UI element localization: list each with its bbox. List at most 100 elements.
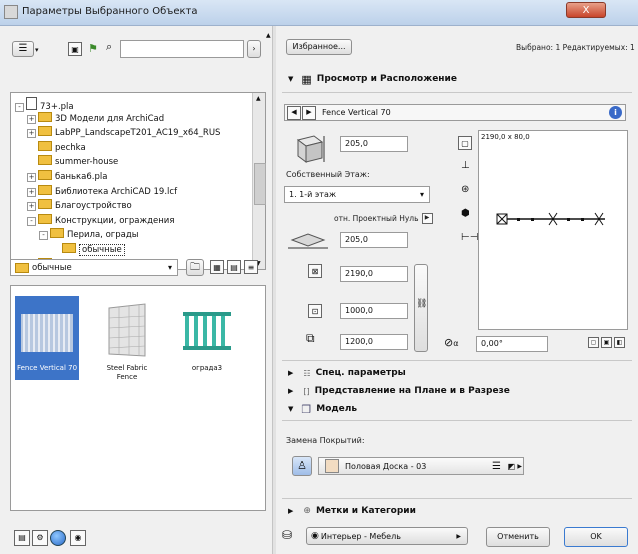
dropdown-arrow-icon[interactable]: ▾	[35, 46, 39, 54]
large-icons-view-icon[interactable]: ▦	[210, 260, 224, 274]
angle-input[interactable]: 0,00°	[476, 336, 548, 352]
left-pane: ☰ ▾ ▣ ⚑ ⌕ › - 73+.pla +3D Модели для Archi…	[0, 26, 272, 554]
collapse-icon[interactable]: -	[27, 216, 36, 226]
folder-icon	[38, 170, 52, 180]
prev-object-icon[interactable]: ◀	[287, 105, 301, 120]
mirror-left-icon[interactable]: ▣	[601, 337, 612, 348]
section-view-header[interactable]: ▼ ▦ Просмотр и Расположение	[288, 72, 628, 86]
search-icon[interactable]: ⌕	[106, 40, 112, 54]
small-icons-view-icon[interactable]: ▤	[227, 260, 241, 274]
section-tags-header[interactable]: ▶ ⊕ Метки и Категории	[288, 504, 628, 518]
object-label: ограда3	[191, 364, 223, 372]
library-manager-icon[interactable]: ▤	[14, 530, 30, 546]
elevation-input[interactable]: 205,0	[340, 232, 408, 248]
chain-lock-button[interactable]: ⛓	[414, 264, 428, 352]
expand-icon[interactable]: +	[27, 114, 36, 124]
width-icon: ⊡	[308, 304, 322, 318]
cancel-button[interactable]: Отменить	[486, 527, 550, 547]
folder-icon	[38, 199, 52, 210]
tree-item[interactable]: +3D Модели для ArchiCad	[27, 111, 164, 124]
tree-item[interactable]: - 73+.pla	[15, 97, 74, 112]
folder-icon	[50, 228, 64, 239]
section-params-header[interactable]: ▶ ☷ Спец. параметры	[288, 366, 628, 380]
folder-icon	[62, 243, 76, 253]
info-icon[interactable]: i	[609, 106, 622, 119]
object-item[interactable]: ограда3	[175, 296, 239, 380]
tree-item-label: 73+.pla	[40, 102, 74, 112]
floor-select[interactable]: 1. 1-й этаж ▾	[284, 186, 430, 203]
expand-icon[interactable]: +	[27, 129, 36, 139]
favorites-button[interactable]: Избранное...	[286, 39, 352, 55]
object-item[interactable]: Steel Fabric Fence	[95, 296, 159, 386]
mirror-checkbox[interactable]: ▢	[588, 337, 599, 348]
floor-select-value: 1. 1-й этаж	[289, 190, 337, 199]
folder-select[interactable]: обычные ▾	[10, 259, 178, 276]
chevron-right-icon: ▶	[517, 462, 522, 470]
list-view-icon[interactable]: ≡	[244, 260, 258, 274]
width-input[interactable]: 1000,0	[340, 303, 408, 319]
close-button[interactable]: X	[566, 2, 606, 18]
layer-select-value: Интерьер - Мебель	[320, 531, 401, 541]
folder-select-value: обычные	[32, 262, 72, 273]
section-model-header[interactable]: ▼ ❒ Модель	[288, 402, 628, 416]
section-plan-header[interactable]: ▶ [] Представление на Плане и в Разрезе	[288, 384, 628, 398]
next-object-icon[interactable]: ▶	[302, 105, 316, 120]
length-input[interactable]: 2190,0	[340, 266, 408, 282]
tree-item[interactable]: + LabPP_LandscapeT201_AC19_x64_RUS	[27, 126, 221, 139]
anchor-outline-icon[interactable]: ▢	[458, 136, 472, 150]
open-folder-button[interactable]: 🗀	[186, 259, 204, 276]
anchor-bottom-icon[interactable]: ⊥	[461, 160, 470, 171]
tree-item[interactable]: + Благоустройство	[27, 199, 132, 212]
help-icon[interactable]: ◉	[70, 530, 86, 546]
angle-icon: ⊘α	[444, 336, 459, 349]
collapse-icon[interactable]: -	[39, 231, 48, 241]
height-input[interactable]: 205,0	[340, 136, 408, 152]
anchor-mirror-icon[interactable]: ⊢⊣	[461, 232, 478, 243]
expand-right-icon: ▶	[288, 507, 294, 515]
library-tree[interactable]: -73+.pla +3D Модели для ArchiCad + LabPP_La…	[10, 92, 266, 270]
reference-select[interactable]: отн. Проектный Нуль ▶	[334, 212, 434, 225]
object-name-bar[interactable]: ◀ ▶ Fence Vertical 70 i	[284, 104, 626, 121]
tree-item[interactable]: - Конструкции, ограждения	[27, 213, 174, 226]
folder-icon	[38, 155, 52, 166]
tree-item[interactable]: summer-house	[27, 155, 118, 167]
height-dim-icon: ⧉	[306, 331, 315, 345]
divider	[282, 92, 632, 93]
layer-select[interactable]: ◉ Интерьер - Мебель ▶	[306, 527, 468, 545]
surface-override-button[interactable]: ♙	[292, 456, 312, 476]
chevron-down-icon: ▾	[419, 190, 424, 199]
bookmark-icon[interactable]: ▣	[68, 42, 82, 56]
expand-icon[interactable]: +	[27, 187, 36, 197]
tree-item[interactable]: - Перила, ограды	[39, 228, 138, 241]
preview-box: 2190,0 x 80,0	[478, 130, 628, 330]
object-grid[interactable]: Fence Vertical 70 Steel Fabric Fence огр…	[10, 285, 266, 511]
pin-icon[interactable]: ⚑	[88, 42, 98, 55]
section-params-title: Спец. параметры	[315, 368, 406, 378]
tree-item[interactable]: + банька6.pla	[27, 170, 107, 182]
mirror-right-icon[interactable]: ◧	[614, 337, 625, 348]
collapse-icon[interactable]: -	[15, 103, 24, 112]
tree-item[interactable]: обычные	[51, 243, 125, 256]
ok-button[interactable]: OK	[564, 527, 628, 547]
tree-scrollbar[interactable]: ▲ ▼	[252, 93, 266, 269]
tree-item-label: LabPP_LandscapeT201_AC19_x64_RUS	[55, 128, 221, 139]
fence-plan-icon	[496, 212, 605, 226]
object-settings-icon[interactable]: ⚙	[32, 530, 48, 546]
pane-splitter[interactable]	[272, 26, 276, 554]
height2-input[interactable]: 1200,0	[340, 334, 408, 350]
search-options-button[interactable]: ›	[247, 40, 261, 58]
title-bar: Параметры Выбранного Объекта X	[0, 0, 638, 26]
anchor-cube-icon[interactable]: ⬢	[461, 208, 470, 219]
tree-item[interactable]: pechka	[27, 140, 86, 153]
globe-icon[interactable]	[50, 530, 66, 546]
expand-icon[interactable]: +	[27, 202, 36, 212]
object-item[interactable]: Fence Vertical 70	[15, 296, 79, 380]
library-icon[interactable]: ☰	[12, 41, 34, 57]
tree-item-label: банька6.pla	[55, 172, 108, 182]
anchor-center-icon[interactable]: ⊛	[461, 184, 469, 195]
search-input[interactable]	[120, 40, 244, 58]
surface-select[interactable]: Половая Доска - 03 ☰ ◩ ▶	[318, 457, 524, 475]
tree-item[interactable]: + Библиотека ArchiCAD 19.lcf	[27, 184, 177, 197]
collapse-arrow-icon[interactable]: ▲	[266, 32, 271, 39]
expand-icon[interactable]: +	[27, 173, 36, 182]
